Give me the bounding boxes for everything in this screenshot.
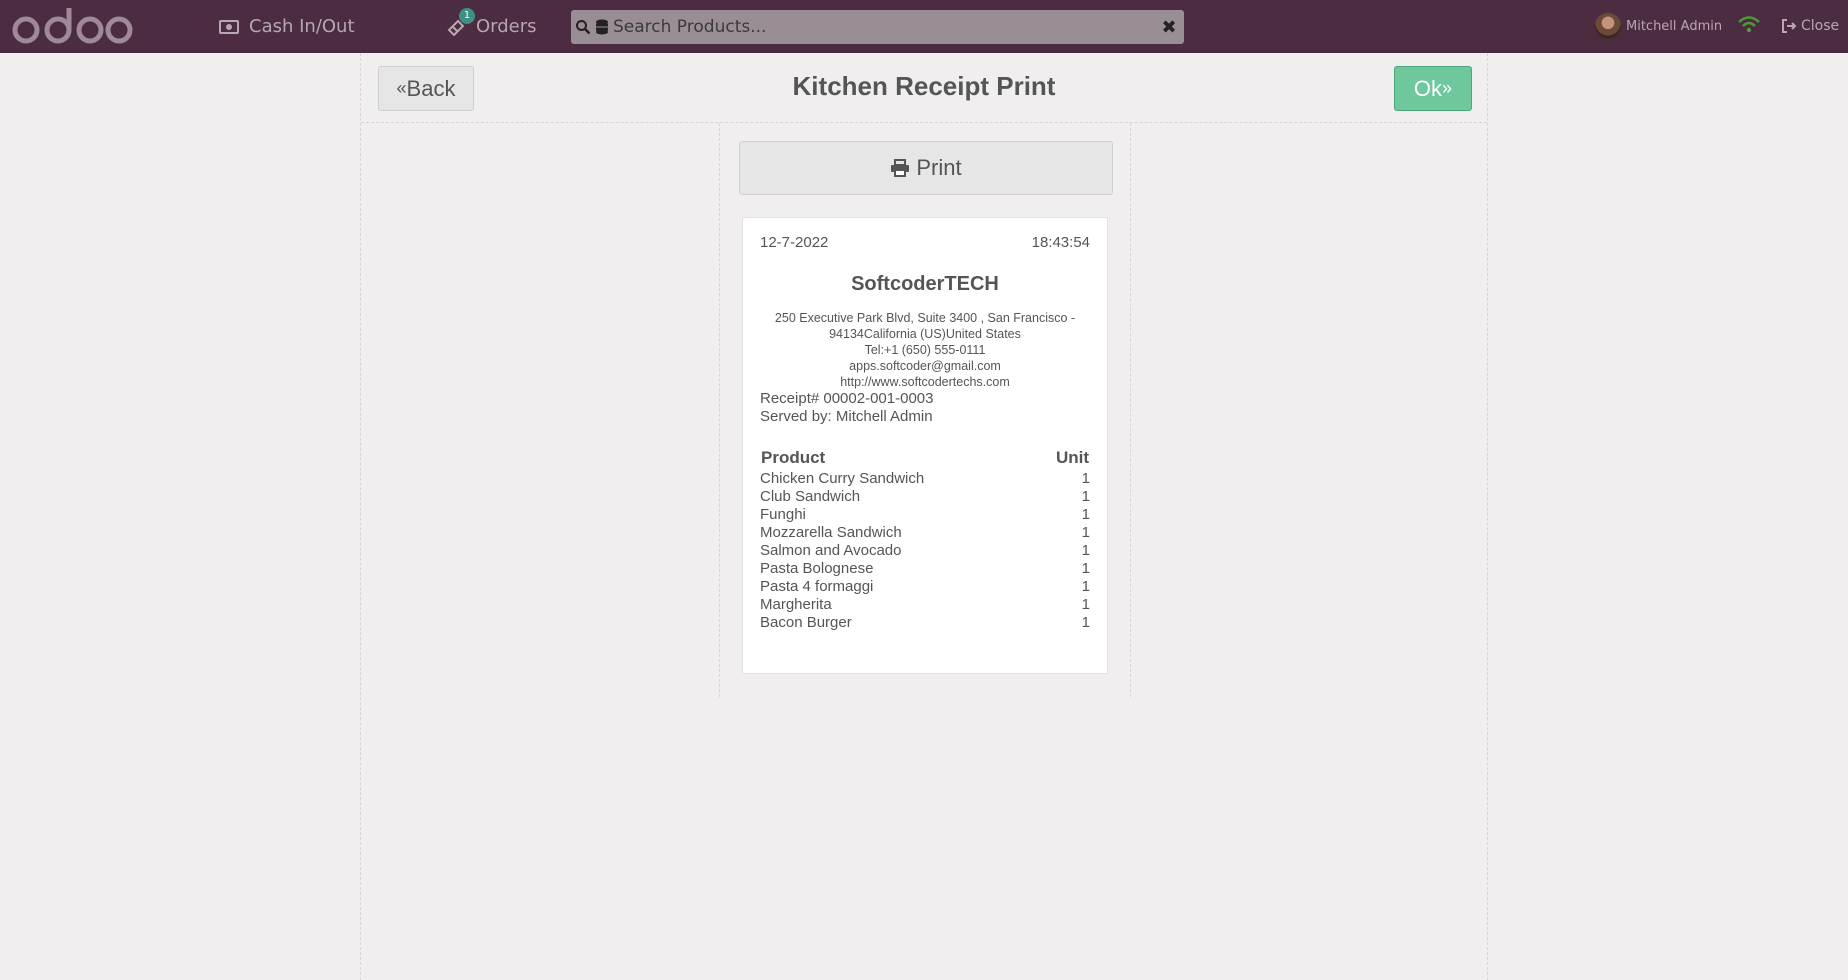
product-search: ✖: [571, 10, 1184, 44]
list-item: Funghi 1: [760, 506, 1090, 524]
ticket-icon: 1: [446, 7, 475, 36]
item-name: Margherita: [760, 596, 832, 613]
company-phone: Tel:+1 (650) 555-0111: [864, 343, 986, 357]
item-qty: 1: [1081, 614, 1090, 631]
items-header: Product Unit: [760, 448, 1090, 468]
list-item: Bacon Burger 1: [760, 614, 1090, 632]
item-qty: 1: [1081, 488, 1090, 505]
receipt-number: Receipt# 00002-001-0003: [760, 390, 934, 407]
item-qty: 1: [1081, 560, 1090, 577]
list-item: Chicken Curry Sandwich 1: [760, 470, 1090, 488]
odoo-logo: [12, 8, 133, 44]
list-item: Salmon and Avocado 1: [760, 542, 1090, 560]
column-unit: Unit: [1055, 448, 1089, 467]
item-qty: 1: [1081, 470, 1090, 487]
item-qty: 1: [1081, 542, 1090, 559]
wifi-icon: [1738, 16, 1760, 33]
item-name: Funghi: [760, 506, 806, 523]
receipt-meta: Receipt# 00002-001-0003 Served by: Mitch…: [760, 390, 1090, 426]
item-name: Club Sandwich: [760, 488, 861, 505]
avatar: [1595, 13, 1621, 39]
column-product: Product: [761, 448, 826, 467]
print-button[interactable]: Print: [739, 141, 1113, 195]
orders-label: Orders: [476, 16, 537, 37]
print-label: Print: [916, 155, 962, 180]
ok-button[interactable]: Ok »: [1394, 66, 1472, 111]
receipt-items: Product Unit Chicken Curry Sandwich 1 Cl…: [760, 448, 1090, 632]
item-name: Chicken Curry Sandwich: [760, 470, 925, 487]
cash-in-out-button[interactable]: Cash In/Out: [219, 0, 355, 53]
address-line-2: 94134California (US)United States: [829, 327, 1021, 341]
kitchen-receipt: 12-7-2022 18:43:54 SoftcoderTECH 250 Exe…: [742, 217, 1108, 674]
item-name: Mozzarella Sandwich: [760, 524, 902, 541]
search-icon: [575, 19, 591, 35]
company-details: 250 Executive Park Blvd, Suite 3400 , Sa…: [760, 310, 1090, 390]
item-name: Pasta Bolognese: [760, 560, 874, 577]
money-icon: [219, 19, 239, 34]
screen-top-bar: « Back Kitchen Receipt Print Ok »: [361, 53, 1487, 123]
item-name: Pasta 4 formaggi: [760, 578, 874, 595]
item-qty: 1: [1081, 524, 1090, 541]
receipt-header: 12-7-2022 18:43:54: [760, 234, 1090, 251]
receipt-date: 12-7-2022: [760, 234, 829, 251]
top-navbar: Cash In/Out 1 Orders ✖: [0, 0, 1848, 53]
receipt-screen: « Back Kitchen Receipt Print Ok » Print …: [360, 53, 1488, 980]
company-email: apps.softcoder@gmail.com: [849, 359, 1001, 373]
orders-count-badge: 1: [459, 7, 475, 24]
receipt-time: 18:43:54: [1031, 234, 1090, 251]
item-name: Salmon and Avocado: [760, 542, 902, 559]
printer-icon: [891, 159, 910, 177]
close-session-button[interactable]: Close: [1781, 15, 1839, 37]
list-item: Pasta Bolognese 1: [760, 560, 1090, 578]
search-input[interactable]: [609, 10, 1154, 44]
address-line-1: 250 Executive Park Blvd, Suite 3400 , Sa…: [774, 311, 1076, 325]
list-item: Club Sandwich 1: [760, 488, 1090, 506]
item-qty: 1: [1081, 596, 1090, 613]
company-name: SoftcoderTECH: [851, 273, 999, 295]
item-qty: 1: [1081, 506, 1090, 523]
clear-search-icon[interactable]: ✖: [1154, 10, 1184, 44]
double-chevron-right-icon: »: [1442, 78, 1453, 98]
sign-out-icon: [1782, 19, 1797, 33]
cash-in-out-label: Cash In/Out: [249, 16, 355, 37]
orders-button[interactable]: 1 Orders: [446, 0, 537, 53]
list-item: Margherita 1: [760, 596, 1090, 614]
page-title: Kitchen Receipt Print: [792, 71, 1056, 101]
item-qty: 1: [1081, 578, 1090, 595]
list-item: Mozzarella Sandwich 1: [760, 524, 1090, 542]
list-item: Pasta 4 formaggi 1: [760, 578, 1090, 596]
ok-label: Ok: [1413, 75, 1443, 101]
barcode-database-icon: [595, 19, 609, 35]
item-name: Bacon Burger: [760, 614, 852, 631]
company-website: http://www.softcodertechs.com: [840, 375, 1010, 389]
close-label: Close: [1801, 18, 1840, 34]
user-menu[interactable]: Mitchell Admin: [1595, 13, 1722, 39]
served-by: Served by: Mitchell Admin: [760, 408, 933, 425]
user-name: Mitchell Admin: [1626, 18, 1723, 34]
